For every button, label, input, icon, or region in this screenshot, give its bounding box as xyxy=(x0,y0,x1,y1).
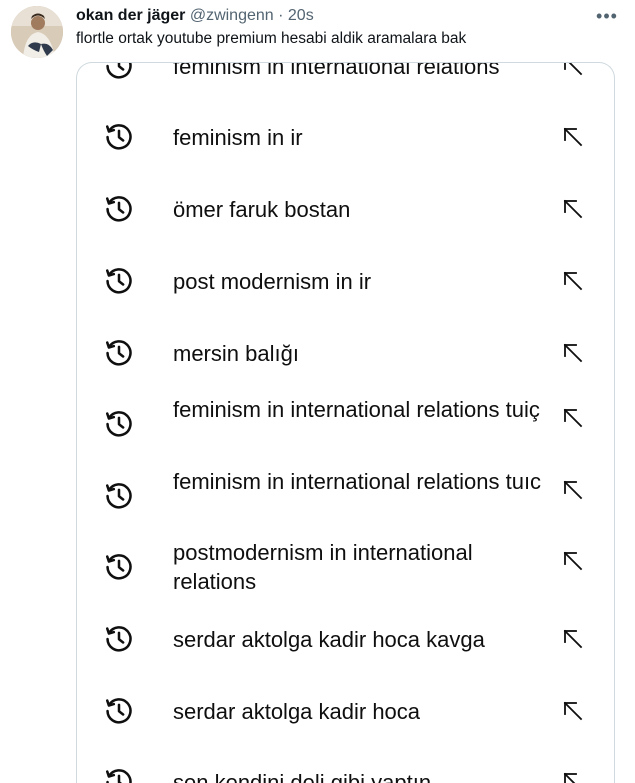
history-clock-icon xyxy=(103,265,135,297)
arrow-up-left-icon[interactable] xyxy=(561,770,585,783)
search-history-item[interactable]: serdar aktolga kadir hoca xyxy=(77,676,614,746)
history-clock-icon xyxy=(103,623,135,655)
search-history-item[interactable]: ömer faruk bostan xyxy=(77,174,614,244)
tweet: okan der jäger @zwingenn · 20s ••• flort… xyxy=(0,0,635,783)
search-history-item[interactable]: postmodernism in international relations xyxy=(77,532,614,602)
arrow-up-left-icon[interactable] xyxy=(561,699,585,723)
arrow-up-left-icon[interactable] xyxy=(561,341,585,365)
arrow-up-left-icon[interactable] xyxy=(561,478,585,502)
search-history-item[interactable]: sen kendini deli gibi yaptın xyxy=(77,747,614,783)
search-query-text: mersin balığı xyxy=(173,340,299,366)
search-query-text: postmodernism in international relations xyxy=(173,540,473,594)
search-query-text: post modernism in ir xyxy=(173,268,372,294)
history-clock-icon xyxy=(103,408,135,440)
search-query-text: serdar aktolga kadir hoca xyxy=(173,698,421,724)
user-handle[interactable]: @zwingenn xyxy=(190,7,274,24)
search-query-text: feminism in international relations tuiç xyxy=(173,397,540,422)
search-query-text: feminism in international relations tuıc xyxy=(173,469,542,494)
timestamp[interactable]: 20s xyxy=(288,7,314,24)
history-clock-icon xyxy=(103,193,135,225)
tweet-text: flortle ortak youtube premium hesabi ald… xyxy=(76,30,467,47)
arrow-up-left-icon[interactable] xyxy=(561,406,585,430)
search-query-text: ömer faruk bostan xyxy=(173,196,351,222)
search-history-item[interactable]: feminism in international relations tuiç xyxy=(77,389,614,459)
history-clock-icon xyxy=(103,63,135,82)
search-history-item[interactable]: post modernism in ir xyxy=(77,246,614,316)
search-history-item[interactable]: feminism in international relations xyxy=(77,62,614,101)
tweet-image[interactable]: feminism in international relations femin… xyxy=(76,62,615,783)
history-clock-icon xyxy=(103,766,135,783)
search-history-item[interactable]: mersin balığı xyxy=(77,318,614,388)
avatar[interactable] xyxy=(11,6,63,58)
arrow-up-left-icon[interactable] xyxy=(561,197,585,221)
search-history-item[interactable]: feminism in international relations tuıc xyxy=(77,461,614,531)
search-query-text: sen kendini deli gibi yaptın xyxy=(173,769,432,783)
arrow-up-left-icon[interactable] xyxy=(561,63,585,78)
search-query-text: serdar aktolga kadir hoca kavga xyxy=(173,626,485,652)
more-options-button[interactable]: ••• xyxy=(595,6,619,26)
search-history-item[interactable]: feminism in ir xyxy=(77,102,614,172)
arrow-up-left-icon[interactable] xyxy=(561,549,585,573)
history-clock-icon xyxy=(103,121,135,153)
search-query-text: feminism in international relations xyxy=(173,62,500,79)
history-clock-icon xyxy=(103,695,135,727)
tweet-header: okan der jäger @zwingenn · 20s xyxy=(76,6,314,26)
arrow-up-left-icon[interactable] xyxy=(561,125,585,149)
history-clock-icon xyxy=(103,551,135,583)
arrow-up-left-icon[interactable] xyxy=(561,269,585,293)
search-history-list: feminism in international relations femin… xyxy=(77,63,614,783)
search-query-text: feminism in ir xyxy=(173,124,303,150)
history-clock-icon xyxy=(103,480,135,512)
display-name[interactable]: okan der jäger xyxy=(76,7,185,24)
arrow-up-left-icon[interactable] xyxy=(561,627,585,651)
search-history-item[interactable]: serdar aktolga kadir hoca kavga xyxy=(77,604,614,674)
more-horizontal-icon: ••• xyxy=(596,5,618,26)
separator: · xyxy=(278,7,284,24)
history-clock-icon xyxy=(103,337,135,369)
